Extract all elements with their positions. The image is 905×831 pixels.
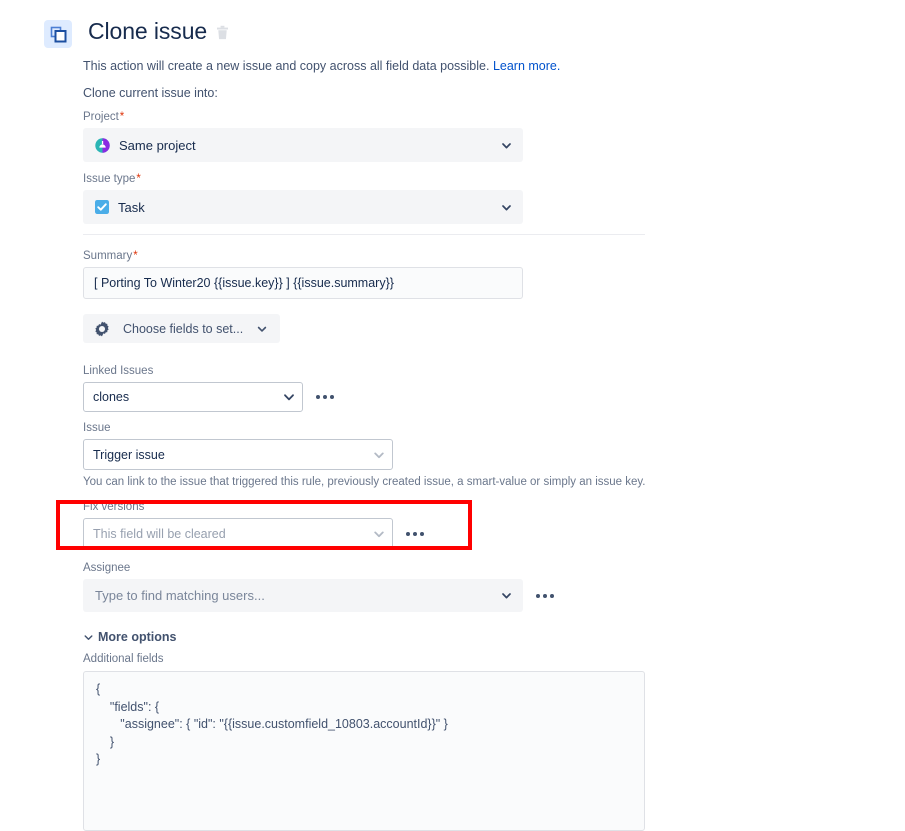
chevron-down-icon[interactable] [372,448,386,462]
assignee-label: Assignee [83,562,131,574]
chevron-down-icon[interactable] [500,201,513,214]
chevron-down-icon[interactable] [372,527,386,541]
trash-icon[interactable] [216,25,229,40]
issue-type-value-wrap: Task [95,200,500,215]
chevron-down-icon[interactable] [282,390,296,404]
choose-fields-button[interactable]: Choose fields to set... [83,314,281,343]
dot [536,593,540,598]
fix-versions-select[interactable]: This field will be cleared [83,518,393,549]
additional-fields-textarea[interactable]: { "fields": { "assignee": { "id": "{{iss… [83,671,645,831]
issue-type-select[interactable]: Task [83,190,523,224]
field-assignee: Assignee Type to find matching users... [83,561,554,612]
fix-versions-row: This field will be cleared [83,518,424,549]
assignee-select[interactable]: Type to find matching users... [83,579,523,612]
task-checkbox-icon [95,200,109,214]
fix-versions-placeholder: This field will be cleared [93,526,226,541]
more-options-icon[interactable] [536,581,554,611]
field-issue-type: Issue type* Task [83,172,523,224]
summary-label: Summary* [83,249,523,264]
clone-into-label: Clone current issue into: [83,86,218,100]
learn-more-link[interactable]: Learn more. [493,59,560,73]
chevron-down-icon[interactable] [256,323,268,335]
issue-value: Trigger issue [93,447,165,462]
project-avatar-icon [95,137,110,153]
gear-icon [94,321,110,337]
dot [330,395,334,399]
fix-versions-label: Fix versions [83,501,145,513]
project-select[interactable]: Same project [83,128,523,162]
issue-type-label-text: Issue type [83,173,136,185]
issue-label: Issue [83,422,111,434]
linked-issues-select[interactable]: clones [83,382,303,412]
summary-input[interactable]: [ Porting To Winter20 {{issue.key}} ] {{… [83,267,523,299]
issue-type-value: Task [118,199,145,215]
field-linked-issues: Linked Issues clones [83,364,334,412]
dot [550,593,554,598]
additional-fields-label: Additional fields [83,653,164,665]
issue-helper-text: You can link to the issue that triggered… [83,476,646,488]
title-wrap: Clone issue [88,17,229,45]
action-description: This action will create a new issue and … [83,58,560,74]
issue-select[interactable]: Trigger issue [83,439,393,470]
page-title: Clone issue [88,18,208,44]
description-text: This action will create a new issue and … [83,59,490,73]
choose-fields-label: Choose fields to set... [123,321,244,336]
action-header: Clone issue [44,17,229,48]
project-label: Project* [83,110,523,125]
assignee-placeholder: Type to find matching users... [95,588,265,603]
issue-type-label: Issue type* [83,172,523,187]
dot [323,395,327,399]
chevron-down-icon [83,632,94,643]
clone-issue-icon [44,20,72,48]
chevron-down-icon[interactable] [500,139,513,152]
dot [543,593,547,598]
project-required-marker: * [119,111,125,123]
dot [316,395,320,399]
summary-required-marker: * [133,250,138,262]
field-issue: Issue Trigger issue You can link to the … [83,421,646,490]
linked-issues-label: Linked Issues [83,365,154,377]
summary-value: [ Porting To Winter20 {{issue.key}} ] {{… [94,276,394,290]
summary-label-text: Summary [83,250,133,262]
issue-type-required-marker: * [136,173,141,185]
dot [406,531,410,536]
project-value: Same project [119,137,196,153]
linked-issues-row: clones [83,382,334,412]
section-divider [83,234,645,235]
field-summary: Summary* [ Porting To Winter20 {{issue.k… [83,249,523,299]
more-options-icon[interactable] [316,382,334,412]
clone-issue-action-panel: Clone issue This action will create a ne… [0,0,905,831]
field-project: Project* Same project [83,110,523,162]
linked-issues-value: clones [93,390,130,404]
more-options-label: More options [98,630,177,644]
field-fix-versions: Fix versions This field will be cleared [83,500,424,549]
project-label-text: Project [83,111,119,123]
more-options-icon[interactable] [406,519,424,549]
dot [420,531,424,536]
dot [413,531,417,536]
more-options-toggle[interactable]: More options [83,630,176,644]
project-value-wrap: Same project [95,138,500,153]
chevron-down-icon[interactable] [500,589,513,602]
assignee-row: Type to find matching users... [83,579,554,612]
